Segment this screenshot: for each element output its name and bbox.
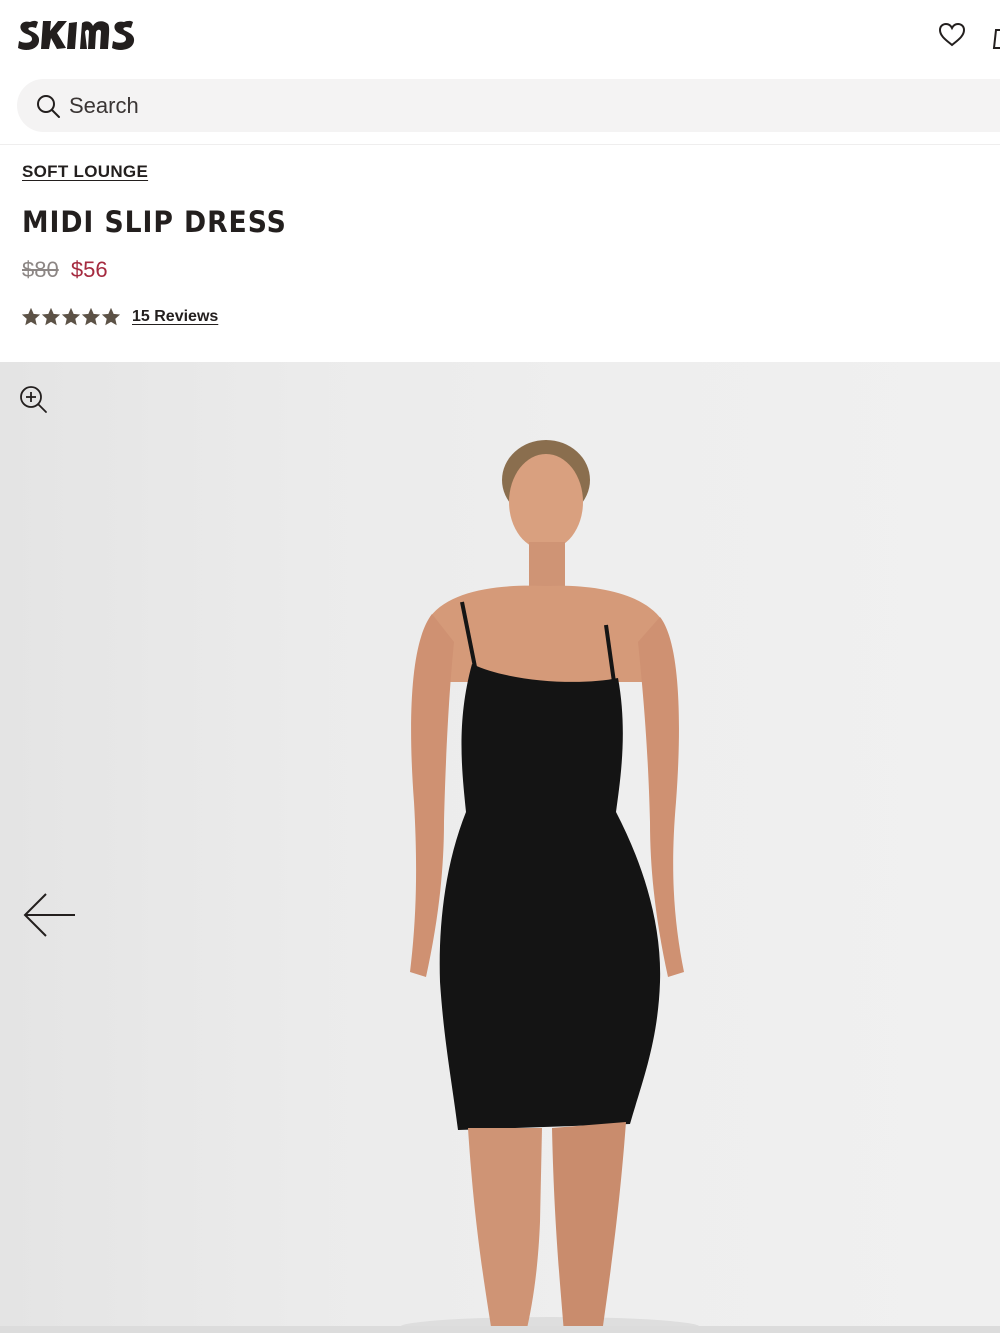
gallery-progress-track — [0, 1326, 1000, 1333]
search-icon — [37, 95, 60, 118]
star-icon — [82, 308, 100, 326]
search-bar[interactable] — [17, 79, 1000, 132]
star-icon — [22, 308, 40, 326]
sale-price: $56 — [70, 257, 108, 282]
star-icon — [102, 308, 120, 326]
reviews-link[interactable]: 15 Reviews — [132, 308, 218, 326]
arrow-left-icon[interactable] — [22, 892, 78, 938]
brand-logo[interactable] — [16, 10, 150, 56]
header-divider — [0, 144, 1000, 145]
search-input[interactable] — [69, 79, 669, 132]
category-link[interactable]: SOFT LOUNGE — [22, 162, 148, 182]
original-price: $80 — [22, 257, 59, 282]
heart-icon[interactable] — [937, 20, 967, 50]
site-header — [0, 0, 1000, 72]
price-row: $80 $56 — [22, 257, 108, 283]
star-rating — [22, 308, 120, 326]
star-icon — [62, 308, 80, 326]
bag-icon[interactable] — [990, 20, 1000, 50]
product-title: MIDI SLIP DRESS — [22, 205, 287, 239]
product-photo — [400, 440, 700, 1333]
rating-row: 15 Reviews — [22, 304, 218, 330]
star-icon — [42, 308, 60, 326]
zoom-in-icon[interactable] — [18, 384, 48, 414]
product-gallery — [0, 362, 1000, 1333]
